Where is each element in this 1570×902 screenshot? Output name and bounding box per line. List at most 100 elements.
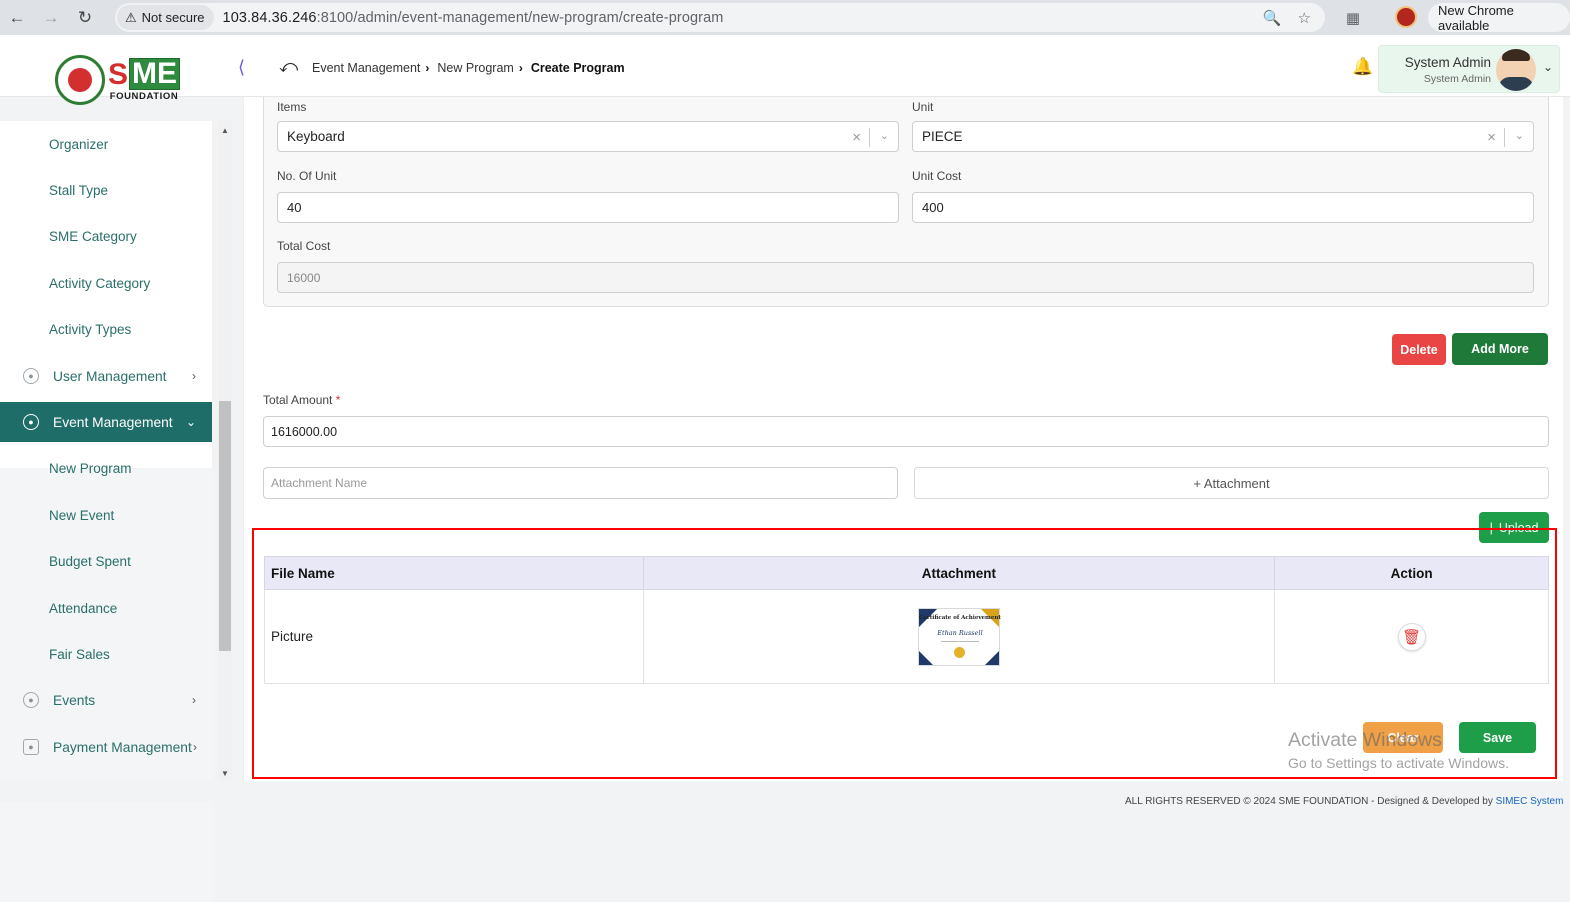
sidebar-item-budget-spent[interactable]: Budget Spent: [49, 554, 131, 569]
items-select-value: Keyboard: [287, 129, 345, 144]
upload-label: Upload: [1498, 520, 1539, 535]
sidebar-item-organizer[interactable]: Organizer: [49, 137, 108, 152]
select-divider: [869, 128, 870, 147]
chevron-right-icon: ›: [192, 369, 196, 383]
notification-bell-icon[interactable]: 🔔: [1352, 57, 1373, 77]
address-bar[interactable]: ⚠ Not secure 103.84.36.246:8100/admin/ev…: [115, 3, 1325, 32]
profile-avatar[interactable]: [1395, 6, 1417, 28]
items-select[interactable]: Keyboard × ⌄: [277, 121, 899, 152]
sme-foundation-logo: S ME FOUNDATION: [108, 58, 181, 102]
watermark-line-1: Activate Windows: [1288, 729, 1442, 751]
security-chip[interactable]: ⚠ Not secure: [117, 5, 214, 30]
unit-select[interactable]: PIECE × ⌄: [912, 121, 1534, 152]
scroll-down-arrow-icon[interactable]: ▼: [221, 769, 229, 778]
star-icon[interactable]: ☆: [1298, 9, 1311, 27]
sidebar-item-events[interactable]: ● Events ›: [0, 678, 212, 722]
user-avatar: [1496, 49, 1536, 91]
sidebar-item-stall-type[interactable]: Stall Type: [49, 183, 108, 198]
column-header-attachment: Attachment: [642, 556, 1276, 590]
sidebar-item-user-management[interactable]: ● User Management ›: [0, 354, 212, 398]
user-menu[interactable]: System Admin System Admin ⌄: [1378, 45, 1560, 93]
upload-icon: |: [1489, 520, 1493, 535]
required-asterisk: *: [335, 393, 341, 407]
lock-icon: ●: [23, 692, 39, 708]
clear-icon[interactable]: ×: [1487, 129, 1496, 146]
payment-icon: ●: [23, 739, 39, 755]
chevron-down-icon[interactable]: ⌄: [880, 129, 889, 142]
certificate-thumbnail[interactable]: Certificate of Achievement Ethan Russell: [917, 607, 1001, 666]
upload-button[interactable]: | Upload: [1479, 512, 1549, 543]
cert-title: Certificate of Achievement: [918, 614, 1001, 621]
sidebar: Organizer Stall Type SME Category Activi…: [0, 121, 212, 902]
chevron-down-icon[interactable]: ⌄: [1543, 60, 1553, 74]
clear-icon[interactable]: ×: [852, 129, 861, 146]
sidebar-item-label: Events: [53, 692, 96, 708]
attachment-name-input[interactable]: Attachment Name: [263, 467, 898, 499]
sidebar-item-new-program[interactable]: New Program: [49, 461, 132, 476]
table-header-row: File Name Attachment Action: [264, 556, 1549, 590]
logo[interactable]: S ME FOUNDATION: [55, 55, 181, 105]
sidebar-item-label: Payment Management: [53, 739, 192, 755]
browser-toolbar: ← → ↻ ⚠ Not secure 103.84.36.246:8100/ad…: [0, 0, 1570, 35]
breadcrumb-separator-icon: ›: [518, 61, 523, 75]
scrollbar-thumb[interactable]: [219, 401, 231, 651]
sidebar-item-payment-management[interactable]: ● Payment Management ›: [0, 725, 212, 769]
column-header-file-name: File Name: [264, 556, 644, 590]
column-header-action: Action: [1274, 556, 1549, 590]
table-row: Picture Certificate of Achievement Ethan…: [264, 589, 1549, 684]
add-more-button[interactable]: Add More: [1452, 333, 1548, 365]
chevron-down-icon[interactable]: ⌄: [1515, 129, 1524, 142]
sidebar-item-fair-sales[interactable]: Fair Sales: [49, 647, 110, 662]
reload-icon[interactable]: ↻: [68, 1, 102, 35]
breadcrumb-separator-icon: ›: [425, 61, 430, 75]
warning-icon: ⚠: [125, 9, 137, 25]
scroll-up-arrow-icon[interactable]: ▲: [221, 126, 229, 135]
cert-line: [940, 640, 979, 642]
windows-activation-watermark: Activate Windows Go to Settings to activ…: [1288, 729, 1509, 771]
total-amount-label: Total Amount *: [263, 393, 340, 407]
delete-button[interactable]: Delete: [1392, 334, 1446, 365]
total-cost-label: Total Cost: [277, 239, 331, 253]
logo-letter-s: S: [108, 58, 129, 91]
sidebar-collapse-chevron-icon[interactable]: ⟨: [238, 57, 245, 78]
chevron-down-icon: ⌄: [185, 415, 196, 429]
total-amount-input[interactable]: 1616000.00: [263, 416, 1549, 447]
new-chrome-button[interactable]: New Chrome available: [1428, 3, 1570, 33]
sidebar-item-event-management[interactable]: ● Event Management ⌄: [0, 402, 212, 442]
forward-arrow-icon[interactable]: →: [34, 1, 68, 35]
trash-icon[interactable]: 🗑: [1397, 622, 1426, 651]
watermark-line-2: Go to Settings to activate Windows.: [1288, 755, 1509, 771]
chevron-right-icon: ›: [193, 740, 197, 754]
main-content: Items Keyboard × ⌄ Unit PIECE × ⌄ No. Of…: [243, 97, 1563, 781]
total-cost-input: 16000: [277, 262, 1534, 293]
sidebar-item-activity-types[interactable]: Activity Types: [49, 322, 131, 337]
no-of-unit-input[interactable]: 40: [277, 192, 899, 223]
unit-cost-input[interactable]: 400: [912, 192, 1534, 223]
attachments-table: File Name Attachment Action Picture Cert…: [264, 556, 1549, 684]
sidebar-item-activity-category[interactable]: Activity Category: [49, 276, 150, 291]
cert-corner: [918, 650, 933, 665]
total-amount-label-text: Total Amount: [263, 393, 333, 407]
unit-label: Unit: [912, 100, 934, 114]
url-path: :8100/admin/event-management/new-program…: [316, 9, 724, 26]
add-attachment-button[interactable]: + Attachment: [914, 467, 1549, 499]
extensions-icon[interactable]: ▦: [1340, 5, 1366, 31]
sidebar-item-label: User Management: [53, 368, 167, 384]
breadcrumb-item-event-management[interactable]: Event Management: [312, 61, 420, 75]
zoom-icon[interactable]: 🔍: [1263, 9, 1282, 27]
back-undo-icon[interactable]: ⤺: [279, 56, 298, 77]
url-text[interactable]: 103.84.36.246:8100/admin/event-managemen…: [223, 10, 724, 26]
breadcrumb-item-create-program: Create Program: [530, 61, 625, 75]
breadcrumb-item-new-program[interactable]: New Program: [437, 61, 513, 75]
app-header: S ME FOUNDATION ⟨ ⤺ Event Management › N…: [0, 35, 1570, 105]
sidebar-item-new-event[interactable]: New Event: [49, 508, 114, 523]
footer: ALL RIGHTS RESERVED © 2024 SME FOUNDATIO…: [0, 781, 1570, 807]
cert-seal-icon: [953, 646, 965, 658]
back-arrow-icon[interactable]: ←: [0, 1, 34, 35]
logo-foundation-text: FOUNDATION: [109, 91, 179, 102]
sidebar-item-attendance[interactable]: Attendance: [49, 601, 117, 616]
sidebar-item-sme-category[interactable]: SME Category: [49, 229, 137, 244]
logo-letters-me: ME: [129, 58, 181, 90]
sidebar-scrollbar[interactable]: ▲ ▼: [218, 121, 232, 781]
file-name-cell: Picture: [264, 589, 644, 684]
